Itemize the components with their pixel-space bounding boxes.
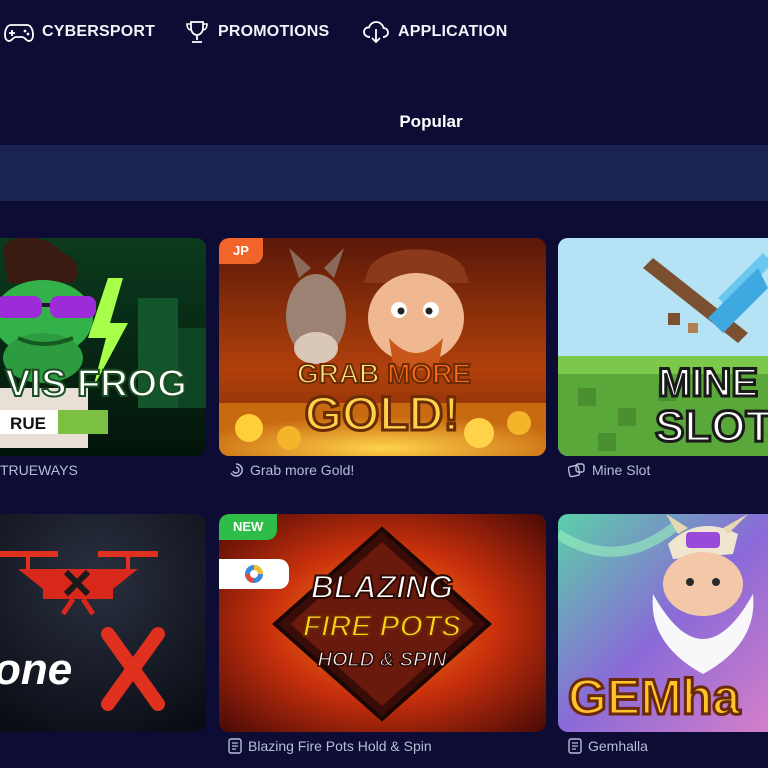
provider-icon — [228, 738, 242, 754]
game-art-grab-more-gold: GRAB MORE GOLD! — [219, 238, 546, 456]
top-nav: CYBERSPORT PROMOTIONS APPLICATION — [0, 0, 768, 64]
game-card-blazing-fire-pots[interactable]: BLAZING FIRE POTS HOLD & SPIN NEW — [219, 514, 546, 732]
nav-label-cybersport: CYBERSPORT — [42, 23, 156, 40]
game-caption-gemhalla[interactable]: Gemhalla — [568, 736, 648, 756]
game-caption-blazing-fire-pots[interactable]: Blazing Fire Pots Hold & Spin — [228, 736, 432, 756]
art-text-slot: SLOT — [655, 402, 768, 451]
game-caption-label: TRUEWAYS — [0, 462, 78, 478]
game-card-drone[interactable]: one — [0, 514, 206, 732]
section-title: Popular — [399, 112, 463, 131]
art-text-frog-1: VIS FROG — [5, 363, 187, 405]
game-card-grab-more-gold[interactable]: GRAB MORE GOLD! JP — [219, 238, 546, 456]
game-art-drone: one — [0, 514, 206, 732]
game-card-mine-slot[interactable]: MINE SLOT — [558, 238, 768, 456]
art-text-hold-spin: HOLD & SPIN — [318, 649, 447, 671]
game-art-gemhalla: GEMha — [558, 514, 768, 732]
new-badge: NEW — [219, 514, 278, 540]
game-art-blazing-fire-pots: BLAZING FIRE POTS HOLD & SPIN — [219, 514, 546, 732]
game-art-mine-slot: MINE SLOT — [558, 238, 768, 456]
art-text-gold-gold: GOLD! — [305, 388, 460, 441]
art-text-blazing: BLAZING — [311, 569, 453, 605]
game-caption-mine-slot[interactable]: Mine Slot — [568, 460, 650, 480]
jackpot-badge: JP — [219, 238, 263, 264]
art-text-frog-2: RUE — [10, 414, 46, 433]
gamepad-icon — [4, 21, 34, 43]
game-card-gemhalla[interactable]: GEMha — [558, 514, 768, 732]
game-caption-trueways[interactable]: TRUEWAYS — [0, 460, 78, 480]
provider-chip — [219, 559, 289, 589]
game-caption-label: Grab more Gold! — [250, 462, 355, 478]
game-caption-label: Gemhalla — [588, 738, 648, 754]
art-text-gemhalla: GEMha — [568, 669, 741, 725]
trophy-icon — [184, 19, 210, 45]
art-text-mine: MINE — [658, 361, 758, 405]
game-art-vis-frog: VIS FROG RUE — [0, 238, 206, 456]
game-caption-grab-more-gold[interactable]: Grab more Gold! — [228, 460, 354, 480]
search-bar[interactable] — [0, 145, 768, 201]
art-text-gold-grab: GRAB MORE — [297, 358, 471, 389]
provider-icon — [568, 738, 582, 754]
spiral-icon — [228, 462, 244, 478]
nav-item-promotions[interactable]: PROMOTIONS — [184, 18, 329, 46]
provider-logo-icon — [243, 563, 265, 585]
art-text-fire-pots: FIRE POTS — [303, 610, 461, 643]
nav-label-application: APPLICATION — [398, 23, 508, 40]
game-caption-label: Mine Slot — [592, 462, 651, 478]
download-cloud-icon — [362, 19, 390, 45]
nav-label-promotions: PROMOTIONS — [218, 23, 330, 40]
dice-icon — [568, 462, 586, 478]
nav-item-application[interactable]: APPLICATION — [362, 18, 507, 46]
nav-item-cybersport[interactable]: CYBERSPORT — [4, 18, 155, 46]
game-card-vis-frog[interactable]: VIS FROG RUE — [0, 238, 206, 456]
game-caption-label: Blazing Fire Pots Hold & Spin — [248, 738, 432, 754]
art-text-drone: one — [0, 645, 72, 694]
